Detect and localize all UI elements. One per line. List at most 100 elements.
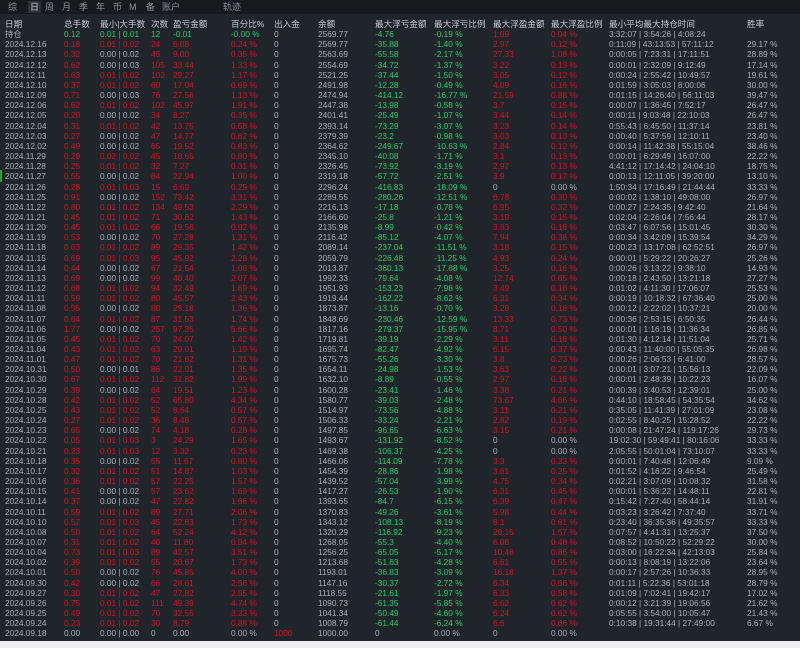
table-row[interactable]: 2024.10.02 0.39 0.01 | 0.02 55 20.67 1.73 % 0 1… [0, 557, 800, 567]
header-count[interactable]: 次数 [151, 19, 168, 29]
table-row[interactable]: 2024.12.03 0.27 0.00 | 0.02 47 14.77 0.62 % 0 2… [0, 131, 800, 141]
cell-max-float-loss: -36.83 [375, 567, 399, 578]
table-row[interactable]: 2024.10.28 0.42 0.01 | 0.02 52 65.80 4.34 % 0 1… [0, 395, 800, 405]
table-row[interactable]: 2024.10.04 0.73 0.01 | 0.03 89 42.57 3.51 % 0 1… [0, 547, 800, 557]
table-row[interactable]: 2024.10.22 0.05 0.01 | 0.03 3 24.29 1.65 % 0 14… [0, 435, 800, 445]
cell-date: 2024.10.21 [5, 445, 47, 456]
table-row[interactable]: 2024.10.18 0.35 0.00 | 0.02 55 11.67 0.80 % 0 1… [0, 456, 800, 466]
table-row[interactable]: 2024.12.04 0.31 0.01 | 0.02 42 13.75 0.58 % 0 2… [0, 121, 800, 131]
cell-max-float-profit: 3.19 [493, 211, 510, 222]
table-row[interactable]: 2024.10.21 0.23 0.01 | 0.03 12 3.32 0.23 % 0 14… [0, 446, 800, 456]
header-pnl[interactable]: 盈亏金额 [173, 19, 207, 29]
header-deposit[interactable]: 出入金 [274, 19, 300, 29]
table-row[interactable]: 2024.09.18 0.00 0.00 | 0.00 0 0.00 0.00 % 1000… [0, 628, 800, 638]
table-row[interactable]: 2024.12.06 0.62 0.01 | 0.02 102 45.97 1.91 % 0… [0, 100, 800, 110]
table-row[interactable]: 2024.09.25 0.49 0.01 | 0.02 70 32.55 3.23 % 0 1… [0, 608, 800, 618]
cell-pnl: 8.64 [173, 404, 190, 415]
table-row[interactable]: 2024.11.20 0.45 0.01 | 0.02 66 19.56 0.92 % 0 2… [0, 222, 800, 232]
tab-2[interactable]: 周 [45, 1, 54, 13]
header-max-float-profit-pct[interactable]: 最大浮盈比例 [551, 19, 603, 29]
cell-max-float-profit-pct: 1.08 % [551, 49, 577, 60]
table-row[interactable]: 2024.10.14 0.37 0.00 | 0.02 47 22.82 1.66 % 0 1… [0, 496, 800, 506]
cell-percent: 4.00 % [231, 567, 257, 578]
table-row[interactable]: 2024.11.14 0.44 0.00 | 0.02 67 21.54 1.08 % 0 2… [0, 263, 800, 273]
cell-max-float-loss: -79.64 [375, 272, 399, 283]
header-total-lots[interactable]: 总手数 [64, 19, 90, 29]
table-row[interactable]: 2024.10.01 0.50 0.00 | 0.02 76 45.85 4.00 % 0 1… [0, 567, 800, 577]
header-max-float-profit[interactable]: 最大浮盈金额 [493, 19, 545, 29]
tab-6[interactable]: 币 [113, 1, 122, 13]
table-row[interactable]: 2024.12.11 0.63 0.01 | 0.02 102 29.27 1.17 % 0… [0, 70, 800, 80]
table-row[interactable]: 2024.09.24 0.23 0.01 | 0.02 30 8.79 0.88 % 0 10… [0, 618, 800, 628]
table-row[interactable]: 2024.12.16 0.18 0.01 | 0.02 24 6.08 0.24 % 0 25… [0, 39, 800, 49]
tab-4[interactable]: 季 [79, 1, 88, 13]
table-row[interactable]: 2024.10.07 0.31 0.01 | 0.02 40 11.80 0.94 % 0 1… [0, 537, 800, 547]
header-balance[interactable]: 余额 [318, 19, 335, 29]
table-row[interactable]: 2024.11.11 0.59 0.01 | 0.02 80 45.57 2.43 % 0 1… [0, 293, 800, 303]
table-row[interactable]: 2024.12.09 0.71 0.00 | 0.03 76 27.56 1.13 % 0 2… [0, 90, 800, 100]
tab-7[interactable]: M [129, 1, 137, 13]
position-row[interactable]: 持仓 0.12 0.01 | 0.01 12 -0.01 -0.00 % 0 2569.77 -… [0, 29, 800, 39]
tab-track[interactable]: 轨迹 [223, 1, 241, 13]
cell-deposit: 0 [274, 333, 279, 344]
header-percent[interactable]: 百分比% [231, 19, 264, 29]
table-row[interactable]: 2024.11.18 0.63 0.01 | 0.02 89 29.35 1.42 % 0 2… [0, 242, 800, 252]
header-hold-time[interactable]: 最小平均最大持仓时间 [609, 19, 695, 29]
table-row[interactable]: 2024.12.10 0.37 0.01 | 0.02 60 17.04 0.69 % 0 2… [0, 80, 800, 90]
tab-9[interactable]: 账户 [162, 1, 180, 13]
table-row[interactable]: 2024.11.21 0.45 0.01 | 0.02 71 30.62 1.43 % 0 2… [0, 212, 800, 222]
table-row[interactable]: 2024.10.16 0.36 0.01 | 0.02 57 22.25 1.57 % 0 1… [0, 476, 800, 486]
table-row[interactable]: 2024.10.17 0.32 0.01 | 0.02 51 14.87 1.03 % 0 1… [0, 466, 800, 476]
cell-max-float-loss-pct: -12.59 % [434, 313, 468, 324]
table-row[interactable]: 2024.10.29 0.39 0.00 | 0.02 64 19.51 1.23 % 0 1… [0, 385, 800, 395]
table-row[interactable]: 2024.11.28 0.25 0.01 | 0.02 32 7.27 0.31 % 0 23… [0, 161, 800, 171]
cell-date: 2024.11.25 [5, 191, 46, 202]
tab-8[interactable]: 备 [146, 1, 155, 13]
header-max-float-loss-pct[interactable]: 最大浮亏比例 [434, 19, 486, 29]
tab-5[interactable]: 年 [96, 1, 105, 13]
table-row[interactable]: 2024.11.22 0.80 0.01 | 0.02 134 49.53 2.29 % 0… [0, 202, 800, 212]
header-win-rate[interactable]: 胜率 [747, 19, 764, 29]
table-row[interactable]: 2024.10.10 0.57 0.01 | 0.03 45 22.83 1.73 % 0 1… [0, 517, 800, 527]
table-row[interactable]: 2024.10.25 0.43 0.01 | 0.02 52 8.64 0.57 % 0 15… [0, 405, 800, 415]
table-row[interactable]: 2024.12.13 0.32 0.00 | 0.02 45 9.00 0.35 % 0 25… [0, 49, 800, 59]
table-row[interactable]: 2024.11.26 0.28 0.01 | 0.03 15 6.69 0.29 % 0 22… [0, 182, 800, 192]
cell-balance: 1320.29 [318, 526, 348, 537]
table-row[interactable]: 2024.11.27 0.55 0.00 | 0.02 84 22.94 1.00 % 0 2… [0, 171, 800, 181]
table-row[interactable]: 2024.10.11 0.59 0.01 | 0.02 89 27.71 2.06 % 0 1… [0, 507, 800, 517]
table-row[interactable]: 2024.09.26 0.75 0.01 | 0.02 111 49.39 4.74 % 0… [0, 598, 800, 608]
table-row[interactable]: 2024.11.04 0.43 0.01 | 0.02 63 20.01 1.19 % 0 1… [0, 344, 800, 354]
table-row[interactable]: 2024.11.25 0.91 0.00 | 0.02 152 73.42 3.31 % 0… [0, 192, 800, 202]
table-row[interactable]: 2024.11.06 1.77 0.00 | 0.02 257 97.35 5.66 % 0… [0, 324, 800, 334]
tab-3[interactable]: 月 [62, 1, 71, 13]
table-row[interactable]: 2024.10.15 0.41 0.00 | 0.02 57 23.62 1.69 % 0 1… [0, 486, 800, 496]
table-row[interactable]: 2024.11.05 0.45 0.01 | 0.02 70 24.07 1.42 % 0 1… [0, 334, 800, 344]
table-row[interactable]: 2024.10.30 0.67 0.01 | 0.02 112 31.82 1.99 % 0… [0, 374, 800, 384]
tab-0[interactable]: 综 [8, 1, 17, 13]
cell-max-float-loss-pct: -2.72 % [434, 577, 463, 588]
table-row[interactable]: 2024.11.01 0.47 0.01 | 0.02 70 21.62 1.31 % 0 1… [0, 354, 800, 364]
table-row[interactable]: 2024.10.31 0.50 0.00 | 0.01 86 22.01 1.35 % 0 1… [0, 364, 800, 374]
tab-1[interactable]: 日 [28, 1, 42, 13]
cell-max-float-profit: 6.31 [493, 486, 510, 497]
table-row[interactable]: 2024.11.19 0.53 0.00 | 0.02 70 27.28 1.31 % 0 2… [0, 232, 800, 242]
table-row[interactable]: 2024.11.08 0.55 0.00 | 0.02 80 25.18 1.36 % 0 1… [0, 303, 800, 313]
table-row[interactable]: 2024.11.12 0.68 0.01 | 0.02 94 32.49 1.69 % 0 1… [0, 283, 800, 293]
cell-date: 2024.10.18 [5, 455, 47, 466]
table-row[interactable]: 2024.11.15 0.69 0.01 | 0.03 95 45.92 2.28 % 0 2… [0, 253, 800, 263]
cell-max-float-profit-pct: 0.25 % [551, 465, 577, 476]
header-min-max-lots[interactable]: 最小|大手数 [100, 19, 145, 29]
table-row[interactable]: 2024.12.05 0.20 0.00 | 0.02 34 8.27 0.35 % 0 24… [0, 110, 800, 120]
table-row[interactable]: 2024.10.23 0.65 0.00 | 0.02 74 4.18 0.28 % 0 14… [0, 425, 800, 435]
table-row[interactable]: 2024.09.30 0.42 0.00 | 0.02 66 28.61 2.56 % 0 1… [0, 578, 800, 588]
table-row[interactable]: 2024.10.08 0.50 0.01 | 0.02 64 52.24 4.12 % 0 1… [0, 527, 800, 537]
table-row[interactable]: 2024.11.07 0.64 0.01 | 0.02 87 31.53 1.74 % 0 1… [0, 314, 800, 324]
table-row[interactable]: 2024.12.12 0.62 0.00 | 0.03 105 33.44 1.33 % 0… [0, 60, 800, 70]
table-row[interactable]: 2024.11.29 0.29 0.02 | 0.02 45 18.65 0.80 % 0 2… [0, 151, 800, 161]
table-row[interactable]: 2024.10.24 0.27 0.01 | 0.02 36 8.48 0.57 % 0 15… [0, 415, 800, 425]
table-row[interactable]: 2024.12.02 0.49 0.00 | 0.02 65 19.52 0.83 % 0 2… [0, 141, 800, 151]
header-max-float-loss[interactable]: 最大浮亏金额 [375, 19, 427, 29]
table-row[interactable]: 2024.11.13 0.69 0.00 | 0.02 99 40.40 2.07 % 0 1… [0, 273, 800, 283]
header-date[interactable]: 日期 [5, 19, 22, 29]
table-row[interactable]: 2024.09.27 0.30 0.01 | 0.02 47 27.82 2.55 % 0 1… [0, 588, 800, 598]
